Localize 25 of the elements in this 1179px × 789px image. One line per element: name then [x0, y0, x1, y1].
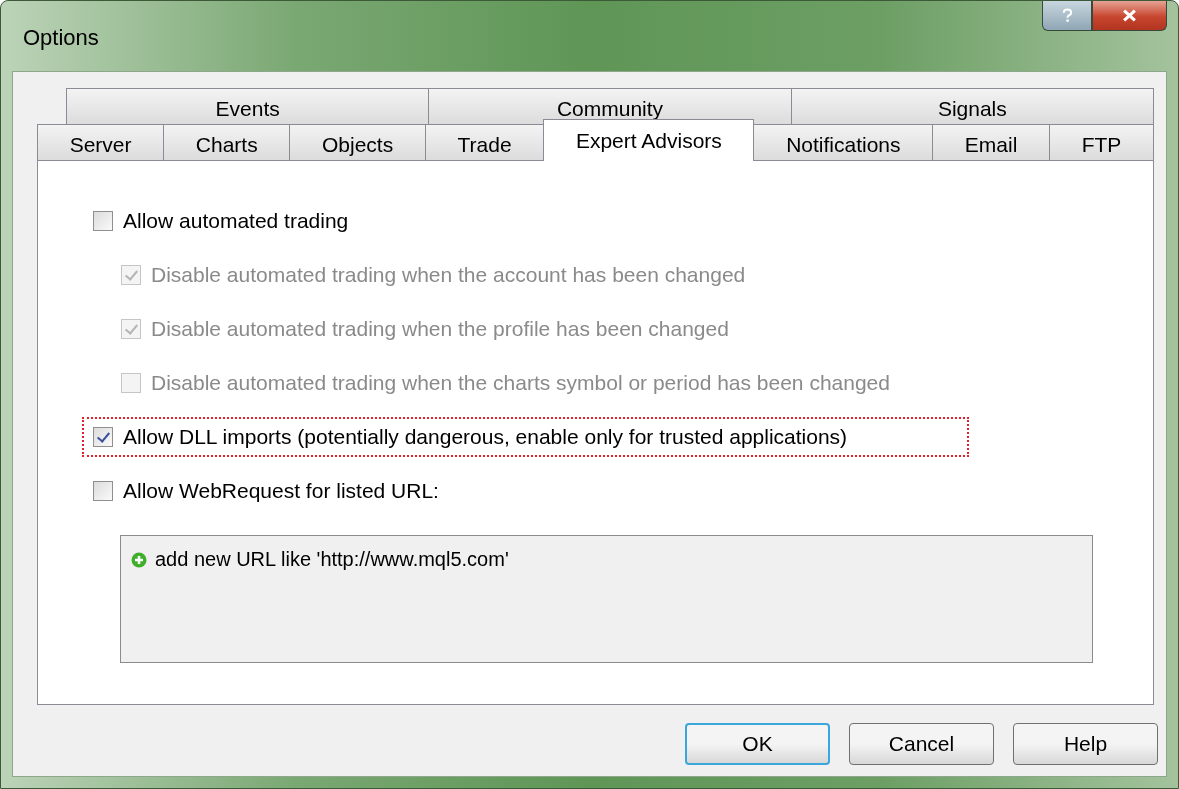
tab[interactable]: Charts: [163, 124, 291, 160]
tab[interactable]: Community: [428, 88, 792, 124]
checkbox-label[interactable]: Allow WebRequest for listed URL:: [123, 479, 439, 503]
close-icon[interactable]: [1092, 1, 1167, 31]
tab[interactable]: Expert Advisors: [543, 119, 755, 161]
url-list[interactable]: add new URL like 'http://www.mql5.com': [120, 535, 1093, 663]
tab[interactable]: Notifications: [753, 124, 934, 160]
tab[interactable]: Signals: [790, 88, 1154, 124]
tab[interactable]: Email: [932, 124, 1050, 160]
tab[interactable]: FTP: [1049, 124, 1154, 160]
tab[interactable]: Events: [66, 88, 430, 124]
dialog-button[interactable]: OK: [685, 723, 830, 765]
checkbox[interactable]: [93, 211, 113, 231]
dialog-button[interactable]: Cancel: [849, 723, 994, 765]
window-title: Options: [23, 25, 99, 51]
add-url-item[interactable]: add new URL like 'http://www.mql5.com': [155, 548, 509, 571]
tab[interactable]: Trade: [424, 124, 545, 160]
checkbox[interactable]: [93, 481, 113, 501]
checkbox[interactable]: [93, 427, 113, 447]
add-icon: [131, 551, 147, 568]
dialog-button[interactable]: Help: [1013, 723, 1158, 765]
tab[interactable]: Server: [37, 124, 165, 160]
tab[interactable]: Objects: [289, 124, 426, 160]
help-icon[interactable]: [1042, 1, 1092, 31]
checkbox-label[interactable]: Allow automated trading: [123, 209, 349, 233]
